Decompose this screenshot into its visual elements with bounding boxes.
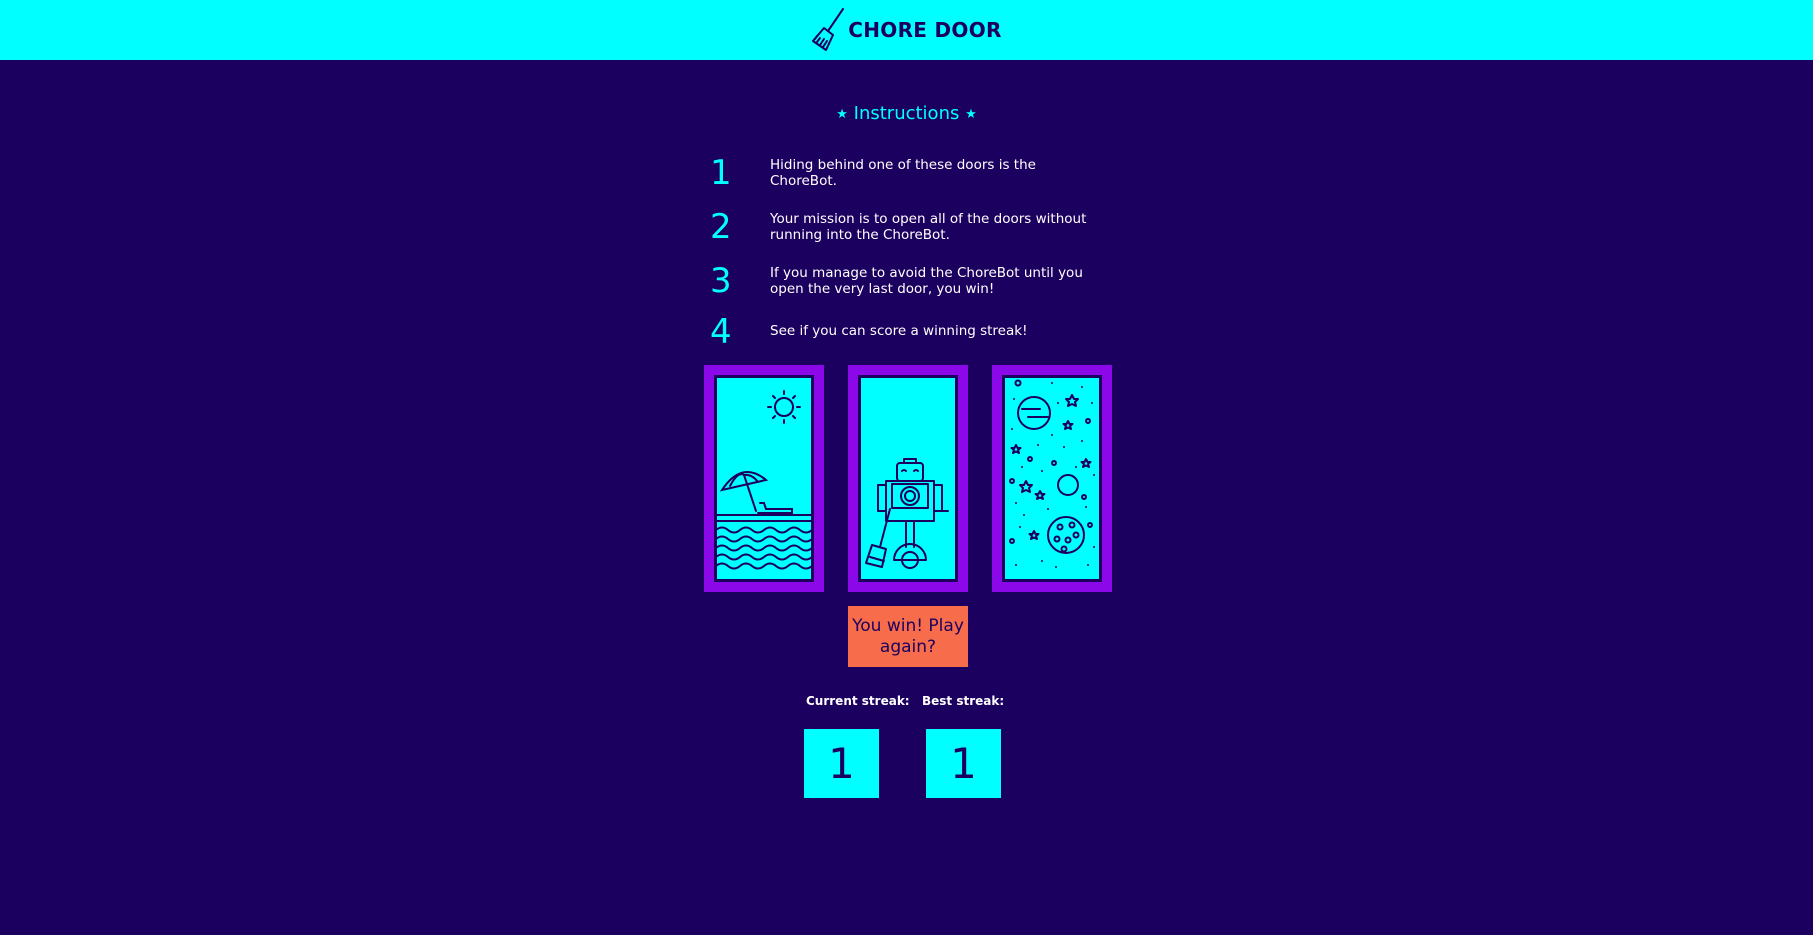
step-number: 2: [710, 207, 732, 247]
door-2[interactable]: [848, 365, 968, 592]
instructions-heading: ★ Instructions ★: [0, 103, 1813, 124]
best-streak-label: Best streak:: [922, 694, 1005, 708]
step-text: See if you can score a winning streak!: [770, 323, 1028, 339]
step-number: 3: [710, 261, 732, 301]
chorebot-robot-icon: [858, 375, 958, 582]
step-text: Your mission is to open all of the doors…: [770, 211, 1087, 243]
door-1[interactable]: [704, 365, 824, 592]
step-number: 1: [710, 153, 732, 193]
star-icon: ★: [965, 107, 977, 122]
best-streak-value: 1: [926, 729, 1001, 798]
instructions-title: Instructions: [853, 103, 960, 124]
door-3[interactable]: [992, 365, 1112, 592]
space-scene-icon: [1002, 375, 1102, 582]
step-number: 4: [710, 312, 732, 352]
beach-scene-icon: [714, 375, 814, 582]
step-text: If you manage to avoid the ChoreBot unti…: [770, 265, 1083, 297]
header-bar: CHORE DOOR: [0, 0, 1813, 60]
app-title: CHORE DOOR: [848, 18, 1002, 42]
current-streak-value: 1: [804, 729, 879, 798]
logo: CHORE DOOR: [806, 6, 1001, 54]
star-icon: ★: [836, 107, 848, 122]
current-streak-label: Current streak:: [806, 694, 910, 708]
play-again-button[interactable]: You win! Play again?: [848, 606, 968, 667]
step-text: Hiding behind one of these doors is the …: [770, 157, 1036, 189]
broom-icon: [812, 8, 845, 51]
